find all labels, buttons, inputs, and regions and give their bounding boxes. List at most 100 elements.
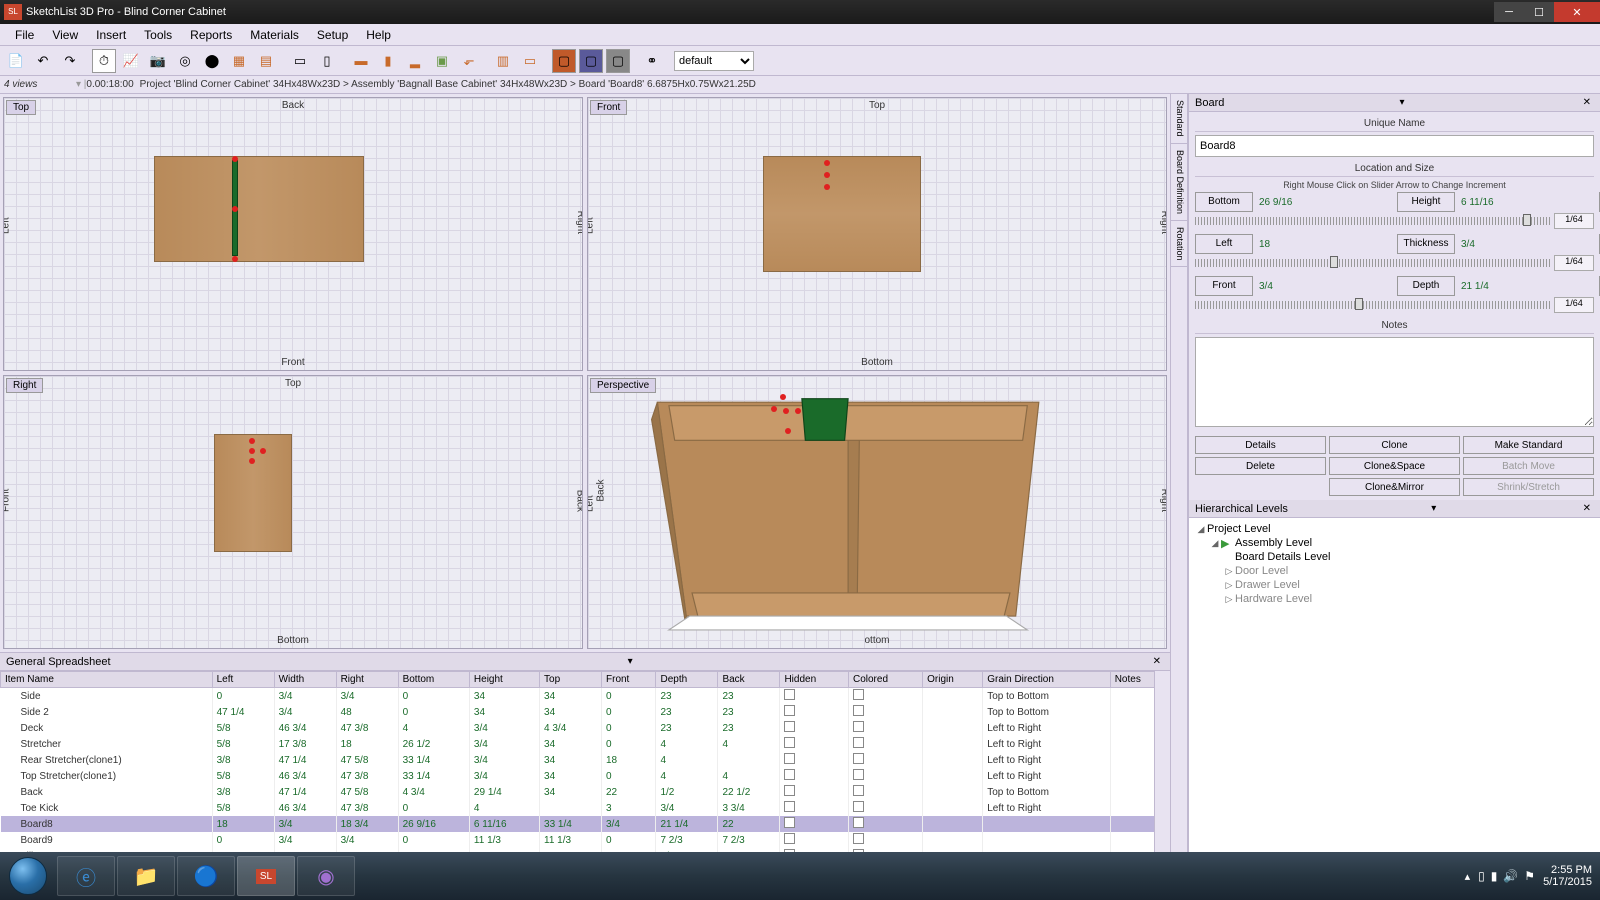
window-maximize-button[interactable]: ☐	[1524, 2, 1554, 22]
tray-action-icon[interactable]: ⚑	[1524, 869, 1535, 883]
tray-show-hidden-icon[interactable]: ▴	[1465, 870, 1471, 883]
tray-battery-icon[interactable]: ▯	[1478, 869, 1485, 883]
depth-field[interactable]	[1459, 276, 1595, 296]
menu-file[interactable]: File	[6, 28, 43, 42]
tool-board-cut-icon[interactable]: ⬐	[457, 49, 481, 73]
column-header-hidden[interactable]: Hidden	[780, 672, 849, 688]
hierarchy-tree[interactable]: ◢Project Level ◢▶Assembly Level Board De…	[1189, 518, 1600, 852]
tool-board-thin-icon[interactable]: ▂	[403, 49, 427, 73]
tool-panel1-icon[interactable]: ▭	[288, 49, 312, 73]
board-shape[interactable]	[154, 156, 364, 262]
clone-mirror-button[interactable]: Clone&Mirror	[1329, 478, 1460, 496]
checkbox[interactable]	[853, 705, 864, 716]
control-point[interactable]	[249, 438, 255, 444]
tree-drawer-level[interactable]: ▷Drawer Level	[1191, 578, 1598, 592]
table-row[interactable]: Back3/847 1/447 5/84 3/429 1/434221/222 …	[1, 784, 1170, 800]
spreadsheet-table[interactable]: Item NameLeftWidthRightBottomHeightTopFr…	[0, 671, 1170, 852]
breadcrumb-path[interactable]: Project 'Blind Corner Cabinet' 34Hx48Wx2…	[140, 79, 756, 90]
tool-save-icon[interactable]: 📄	[4, 49, 28, 73]
details-button[interactable]: Details	[1195, 436, 1326, 454]
menu-insert[interactable]: Insert	[87, 28, 135, 42]
increment-field[interactable]: 1/64	[1554, 297, 1594, 313]
height-field[interactable]	[1459, 192, 1595, 212]
control-point[interactable]	[824, 184, 830, 190]
tray-volume-icon[interactable]: 🔊	[1503, 869, 1518, 883]
tool-panel2-icon[interactable]: ▯	[315, 49, 339, 73]
tool-camera-icon[interactable]: 📷	[146, 49, 170, 73]
table-row[interactable]: Side03/43/40343402323Top to Bottom	[1, 688, 1170, 705]
checkbox[interactable]	[853, 721, 864, 732]
tool-board-h-icon[interactable]: ▬	[349, 49, 373, 73]
control-point[interactable]	[260, 448, 266, 454]
tree-board-details[interactable]: Board Details Level	[1191, 550, 1598, 564]
checkbox[interactable]	[784, 785, 795, 796]
panel-close-icon[interactable]: ✕	[1580, 503, 1594, 514]
control-point[interactable]	[232, 156, 238, 162]
checkbox[interactable]	[853, 817, 864, 828]
tool-board-add-icon[interactable]: ▣	[430, 49, 454, 73]
checkbox[interactable]	[784, 705, 795, 716]
table-row[interactable]: Stretcher5/817 3/81826 1/23/434044Left t…	[1, 736, 1170, 752]
table-row[interactable]: Deck5/846 3/447 3/843/44 3/402323Left to…	[1, 720, 1170, 736]
tray-network-icon[interactable]: ▮	[1491, 869, 1498, 883]
sidetab-standard[interactable]: Standard	[1171, 94, 1187, 144]
bottom-field[interactable]	[1257, 192, 1393, 212]
control-point[interactable]	[249, 458, 255, 464]
tool-shade3-icon[interactable]: ▢	[606, 49, 630, 73]
board-shape[interactable]	[763, 156, 921, 272]
checkbox[interactable]	[784, 689, 795, 700]
panel-pin-icon[interactable]: ▾	[1396, 97, 1407, 108]
column-header-bottom[interactable]: Bottom	[398, 672, 469, 688]
tool-stack-icon[interactable]: ▤	[254, 49, 278, 73]
checkbox[interactable]	[784, 721, 795, 732]
height-button[interactable]: Height	[1397, 192, 1455, 212]
left-button[interactable]: Left	[1195, 234, 1253, 254]
clone-button[interactable]: Clone	[1329, 436, 1460, 454]
tree-door-level[interactable]: ▷Door Level	[1191, 564, 1598, 578]
tool-circle-icon[interactable]: ⬤	[200, 49, 224, 73]
checkbox[interactable]	[853, 737, 864, 748]
menu-help[interactable]: Help	[357, 28, 400, 42]
column-header-left[interactable]: Left	[212, 672, 274, 688]
tree-project-level[interactable]: ◢Project Level	[1191, 522, 1598, 536]
increment-field[interactable]: 1/64	[1554, 213, 1594, 229]
table-row[interactable]: Side 247 1/43/4480343402323Top to Bottom	[1, 704, 1170, 720]
control-point[interactable]	[785, 428, 791, 434]
clone-space-button[interactable]: Clone&Space	[1329, 457, 1460, 475]
tool-door-icon[interactable]: ▥	[491, 49, 515, 73]
tool-redo-icon[interactable]: ↷	[58, 49, 82, 73]
column-header-back[interactable]: Back	[718, 672, 780, 688]
control-point[interactable]	[824, 172, 830, 178]
checkbox[interactable]	[853, 833, 864, 844]
control-point[interactable]	[824, 160, 830, 166]
tray-clock[interactable]: 2:55 PM 5/17/2015	[1543, 864, 1592, 888]
table-row[interactable]: Toe Kick5/846 3/447 3/80433/43 3/4Left t…	[1, 800, 1170, 816]
viewport-front[interactable]: Front Top Bottom Left Right	[587, 97, 1167, 371]
column-header-name[interactable]: Item Name	[1, 672, 213, 688]
tree-hardware-level[interactable]: ▷Hardware Level	[1191, 592, 1598, 606]
start-button[interactable]	[0, 852, 56, 900]
panel-close-icon[interactable]: ✕	[1150, 656, 1164, 667]
column-header-top[interactable]: Top	[540, 672, 602, 688]
taskbar-chrome-icon[interactable]: 🔵	[177, 856, 235, 896]
notes-textarea[interactable]	[1195, 337, 1594, 427]
depth-slider[interactable]	[1195, 301, 1551, 309]
checkbox[interactable]	[853, 801, 864, 812]
front-button[interactable]: Front	[1195, 276, 1253, 296]
taskbar-sketchlist-icon[interactable]: SL	[237, 856, 295, 896]
board-name-input[interactable]	[1195, 135, 1594, 157]
control-point[interactable]	[783, 408, 789, 414]
tool-timer-icon[interactable]: ⏱	[92, 49, 116, 73]
checkbox[interactable]	[784, 801, 795, 812]
control-point[interactable]	[780, 394, 786, 400]
checkbox[interactable]	[784, 769, 795, 780]
thickness-button[interactable]: Thickness	[1397, 234, 1455, 254]
panel-pin-icon[interactable]: ▾	[1428, 503, 1439, 514]
panel-close-icon[interactable]: ✕	[1580, 97, 1594, 108]
column-header-height[interactable]: Height	[469, 672, 539, 688]
shrink-stretch-button[interactable]: Shrink/Stretch	[1463, 478, 1594, 496]
checkbox[interactable]	[853, 785, 864, 796]
menu-view[interactable]: View	[43, 28, 87, 42]
front-field[interactable]	[1257, 276, 1393, 296]
increment-field[interactable]: 1/64	[1554, 255, 1594, 271]
